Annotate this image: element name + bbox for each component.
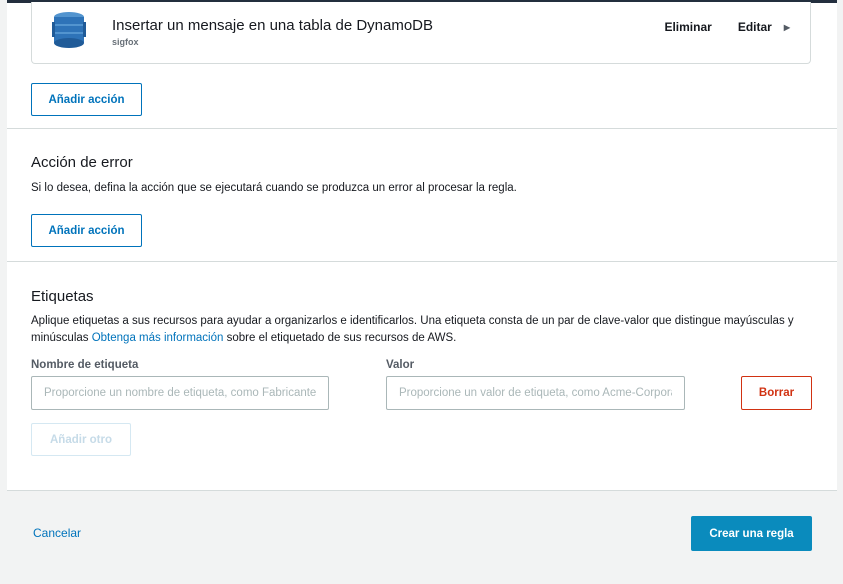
dynamodb-action-card: Insertar un mensaje en una tabla de Dyna… xyxy=(31,2,811,64)
action-links: Eliminar Editar ▶ xyxy=(664,20,790,34)
tags-description: Aplique etiquetas a sus recursos para ay… xyxy=(31,313,801,347)
add-another-tag-button: Añadir otro xyxy=(31,423,131,456)
caret-right-icon[interactable]: ▶ xyxy=(784,23,790,32)
action-title: Insertar un mensaje en una tabla de Dyna… xyxy=(112,17,434,34)
dynamodb-icon xyxy=(52,12,86,48)
error-action-title: Acción de error xyxy=(31,154,133,171)
divider xyxy=(7,261,837,262)
form-footer: Cancelar Crear una regla xyxy=(7,490,837,578)
delete-action-link[interactable]: Eliminar xyxy=(664,20,711,34)
add-error-action-button[interactable]: Añadir acción xyxy=(31,214,142,247)
error-action-description: Si lo desea, defina la acción que se eje… xyxy=(31,182,517,194)
tag-name-input[interactable] xyxy=(31,376,329,410)
add-action-button[interactable]: Añadir acción xyxy=(31,83,142,116)
tag-value-input[interactable] xyxy=(386,376,685,410)
bottom-gutter xyxy=(0,578,843,584)
edit-action-link[interactable]: Editar xyxy=(738,20,772,34)
learn-more-link[interactable]: Obtenga más información xyxy=(92,332,224,344)
tag-name-label: Nombre de etiqueta xyxy=(31,359,139,371)
action-subtitle: sigfox xyxy=(112,37,139,47)
remove-tag-button[interactable]: Borrar xyxy=(741,376,812,410)
tag-value-label: Valor xyxy=(386,359,415,371)
tags-title: Etiquetas xyxy=(31,288,94,305)
left-gutter xyxy=(0,0,7,584)
create-rule-button[interactable]: Crear una regla xyxy=(691,516,812,551)
cancel-link[interactable]: Cancelar xyxy=(33,526,81,540)
right-gutter xyxy=(837,0,843,584)
divider xyxy=(7,128,837,129)
tags-description-text-end: sobre el etiquetado de sus recursos de A… xyxy=(223,332,457,344)
